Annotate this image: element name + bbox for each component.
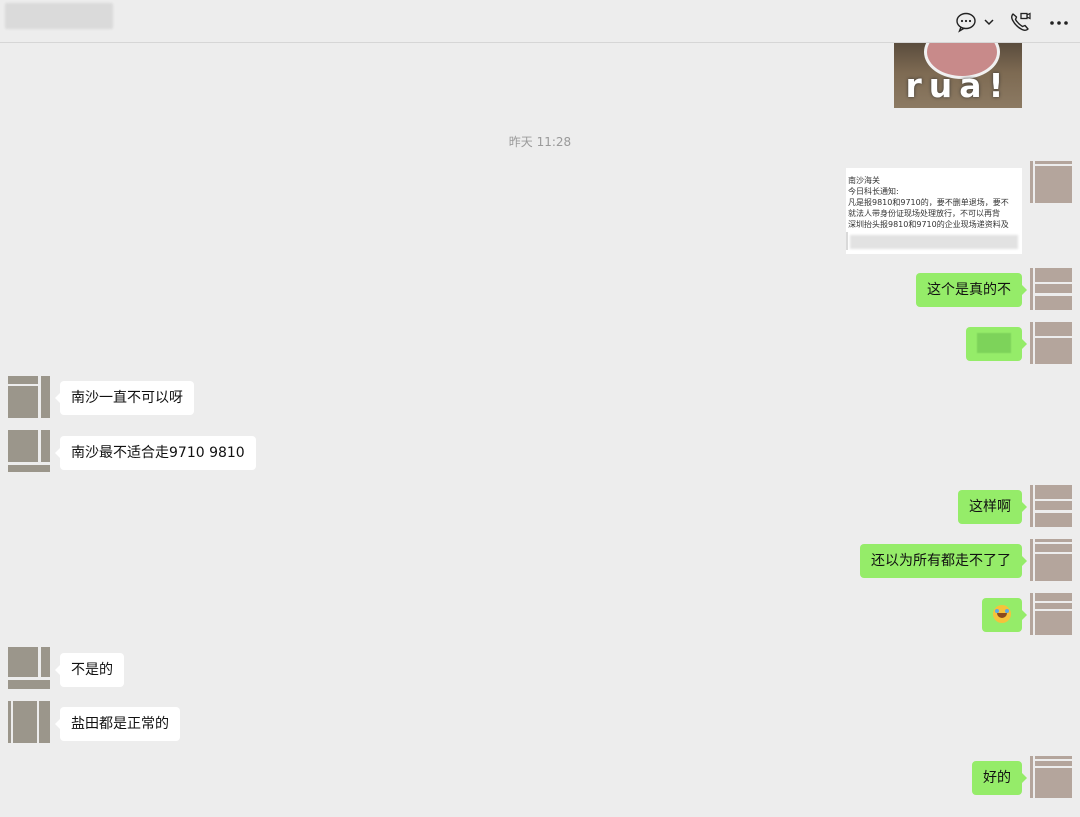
- message-bubble-other[interactable]: 南沙最不适合走9710 9810: [55, 436, 256, 470]
- sticker-text: rua!: [905, 66, 1011, 105]
- message-redacted: [977, 333, 1011, 353]
- more-icon[interactable]: [1048, 11, 1070, 33]
- avatar[interactable]: [1030, 485, 1072, 527]
- doc-edge: [846, 232, 848, 250]
- avatar[interactable]: [1030, 756, 1072, 798]
- message-bubble-self[interactable]: 还以为所有都走不了了: [860, 544, 1027, 578]
- chat-header: [0, 0, 1080, 43]
- avatar[interactable]: [1030, 322, 1072, 364]
- message-bubble-other[interactable]: 盐田都是正常的: [55, 707, 180, 741]
- chat-title-redacted: [5, 3, 113, 29]
- message-text: 南沙一直不可以呀: [71, 390, 183, 406]
- message-text: 还以为所有都走不了了: [871, 553, 1011, 569]
- chevron-down-icon[interactable]: [983, 11, 995, 33]
- avatar[interactable]: [1030, 161, 1072, 203]
- laughing-emoji-icon: [993, 605, 1011, 623]
- avatar[interactable]: [8, 430, 50, 472]
- avatar[interactable]: [8, 647, 50, 689]
- avatar[interactable]: [8, 701, 50, 743]
- message-bubble-self[interactable]: [982, 598, 1027, 632]
- shared-image-card[interactable]: 南沙海关 今日科长通知: 凡是报9810和9710的，要不删单退场，要不 就法人…: [846, 168, 1022, 254]
- chat-area[interactable]: rua! 昨天 11:28 南沙海关 今日科长通知: 凡是报9810和9710的…: [0, 43, 1080, 817]
- avatar[interactable]: [8, 376, 50, 418]
- message-bubble-self[interactable]: 这个是真的不: [916, 273, 1027, 307]
- video-call-icon[interactable]: [1009, 11, 1031, 33]
- message-bubble-other[interactable]: 南沙一直不可以呀: [55, 381, 194, 415]
- avatar[interactable]: [1030, 593, 1072, 635]
- sticker-image[interactable]: rua!: [894, 43, 1022, 108]
- avatar[interactable]: [1030, 539, 1072, 581]
- doc-line: 南沙海关: [848, 176, 880, 185]
- message-text: 南沙最不适合走9710 9810: [71, 445, 245, 461]
- doc-line: 就法人带身份证现场处理放行，不可以再背: [848, 209, 1000, 218]
- message-text: 这样啊: [969, 499, 1011, 515]
- message-bubble-self[interactable]: 这样啊: [958, 490, 1027, 524]
- message-bubble-self[interactable]: 好的: [972, 761, 1027, 795]
- chat-bubble-icon[interactable]: [955, 11, 977, 33]
- doc-line: 凡是报9810和9710的，要不删单退场，要不: [848, 198, 1009, 207]
- doc-line: 今日科长通知:: [848, 187, 899, 196]
- message-text: 不是的: [71, 662, 113, 678]
- message-text: 这个是真的不: [927, 282, 1011, 298]
- message-bubble-other[interactable]: 不是的: [55, 653, 124, 687]
- message-text: 盐田都是正常的: [71, 716, 169, 732]
- avatar[interactable]: [1030, 268, 1072, 310]
- message-timestamp: 昨天 11:28: [508, 135, 572, 149]
- message-text: 好的: [983, 770, 1011, 786]
- message-bubble-self[interactable]: [966, 327, 1027, 361]
- doc-line: 深圳抬头报9810和9710的企业现场递资料及: [848, 220, 1009, 229]
- doc-redacted: [850, 235, 1018, 249]
